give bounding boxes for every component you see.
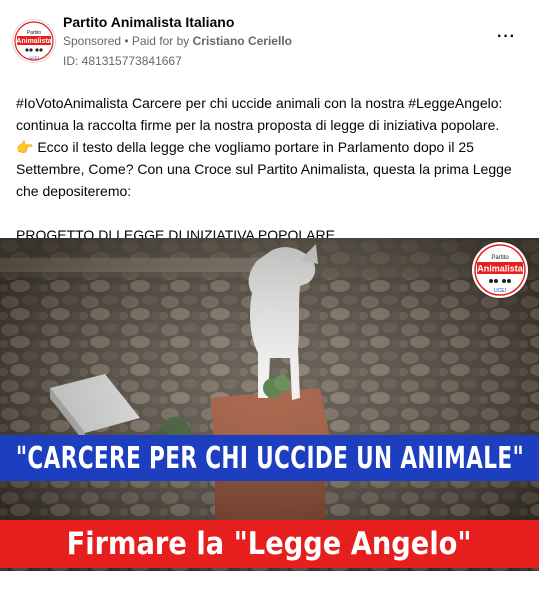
partito-animalista-logo-icon: Partito Animalista UCEI — [473, 243, 527, 297]
more-horizontal-icon: ··· — [497, 28, 516, 45]
ad-id: ID: 481315773841667 — [63, 54, 182, 68]
logo-line1-text: Partito — [27, 30, 42, 36]
partito-animalista-logo-icon: Partito Animalista UCEI — [14, 21, 54, 61]
page-name-link[interactable]: Partito Animalista Italiano — [63, 14, 234, 30]
post-meta: Sponsored • Paid for by Cristiano Ceriel… — [63, 34, 292, 48]
subheadline-banner: Firmare la "Legge Angelo" — [0, 520, 539, 568]
body-line: 👉 Ecco il testo della legge che vogliamo… — [16, 139, 474, 155]
logo-line1-text: Partito — [491, 255, 509, 261]
logo-line2-text: Animalista — [477, 264, 524, 274]
post-body-text: #IoVotoAnimalista Carcere per chi uccide… — [16, 92, 526, 246]
headline-banner: "CARCERE PER CHI UCCIDE UN ANIMALE" — [0, 435, 539, 481]
body-line: #IoVotoAnimalista Carcere per chi uccide… — [16, 95, 503, 111]
partito-animalista-badge: Partito Animalista UCEI — [472, 242, 528, 298]
more-options-button[interactable]: ··· — [497, 28, 516, 46]
subheadline-text: Firmare la "Legge Angelo" — [66, 526, 472, 562]
body-line: che depositeremo: — [16, 183, 132, 199]
body-line: continua la raccolta firme per la nostra… — [16, 117, 500, 133]
ad-image[interactable]: Partito Animalista UCEI "CARCERE PER CHI… — [0, 238, 539, 571]
sponsored-label: Sponsored — [63, 34, 122, 48]
page-avatar[interactable]: Partito Animalista UCEI — [12, 19, 56, 63]
logo-line3-text: UCEI — [29, 55, 39, 60]
logo-line2-text: Animalista — [16, 38, 52, 45]
paid-prefix: Paid for by — [131, 34, 193, 48]
headline-text: "CARCERE PER CHI UCCIDE UN ANIMALE" — [15, 440, 524, 476]
body-line: Settembre, Come? Con una Croce sul Parti… — [16, 161, 512, 177]
meta-separator: • — [121, 34, 132, 48]
payer-name[interactable]: Cristiano Ceriello — [193, 34, 292, 48]
sponsored-post-card: Partito Animalista UCEI Partito Animalis… — [0, 0, 539, 591]
logo-line3-text: UCEI — [494, 288, 506, 294]
